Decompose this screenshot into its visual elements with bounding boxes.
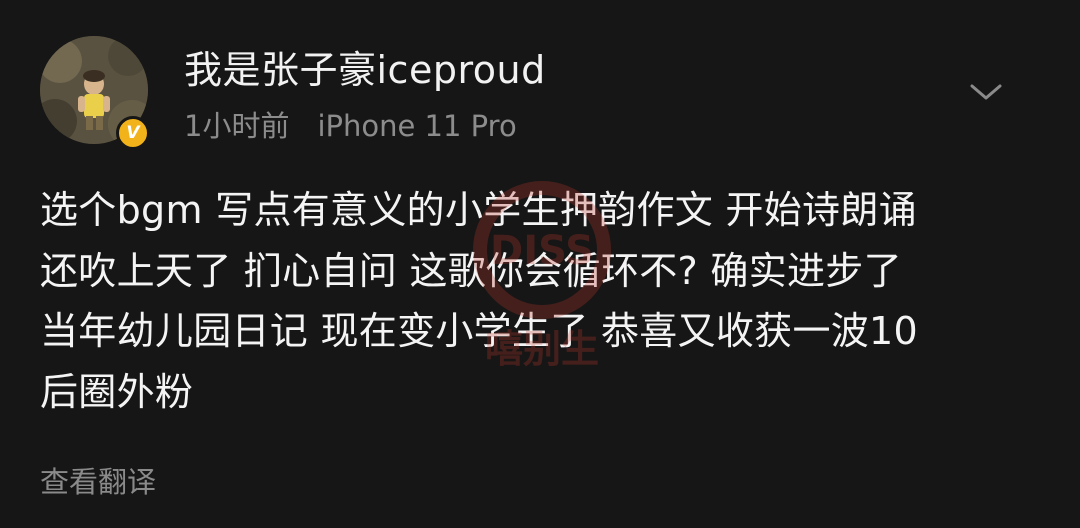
content-line: 后圈外粉 [40, 369, 194, 414]
post-device: iPhone 11 Pro [317, 109, 517, 143]
post-time: 1小时前 [184, 109, 290, 143]
verified-badge-icon: V [116, 116, 150, 150]
content-line: 选个bgm 写点有意义的小学生押韵作文 开始诗朗诵 [40, 188, 917, 232]
avatar-container[interactable]: V [40, 36, 150, 150]
post-meta: 1小时前 iPhone 11 Pro [184, 106, 517, 146]
author-name[interactable]: 我是张子豪iceproud [184, 46, 546, 94]
weibo-post: V 我是张子豪iceproud 1小时前 iPhone 11 Pro 选个bgm … [0, 0, 1080, 528]
post-content: 选个bgm 写点有意义的小学生押韵作文 开始诗朗诵 还吹上天了 扪心自问 这歌你… [40, 180, 1050, 422]
content-line: 还吹上天了 扪心自问 这歌你会循环不? 确实进步了 [40, 248, 902, 293]
more-options-button[interactable] [964, 72, 1008, 112]
content-line: 当年幼儿园日记 现在变小学生了 恭喜又收获一波10 [40, 309, 919, 353]
view-translation-link[interactable]: 查看翻译 [40, 462, 156, 502]
chevron-down-icon [970, 84, 1002, 100]
